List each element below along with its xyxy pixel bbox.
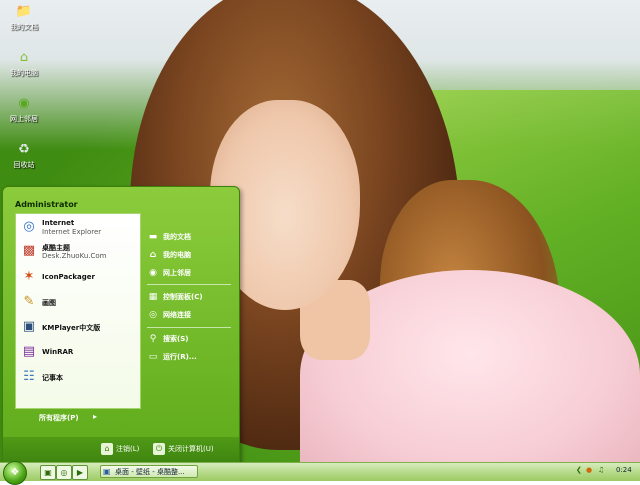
item-subtitle: Desk.ZhuoKu.Com xyxy=(42,252,107,260)
logoff-button[interactable]: ⌂ 注销(L) xyxy=(101,443,139,457)
desktop-icon-recycle-bin[interactable]: ♻ 回收站 xyxy=(4,142,44,170)
start-menu-item-paint[interactable]: ✎ 画图 xyxy=(18,291,138,313)
desktop-icon-label: 我的电脑 xyxy=(10,69,38,77)
desktop-icon-my-computer[interactable]: ⌂ 我的电脑 xyxy=(4,50,44,78)
chevron-left-icon[interactable]: ❮ xyxy=(576,466,582,474)
clock[interactable]: 0:24 xyxy=(616,466,632,474)
item-title: IconPackager xyxy=(42,273,95,281)
item-title: Internet xyxy=(42,219,75,227)
quicklaunch-internet-explorer[interactable]: ◎ xyxy=(56,465,72,480)
network-icon: ◉ xyxy=(149,268,157,278)
start-menu-item-notepad[interactable]: ☷ 记事本 xyxy=(18,366,138,388)
start-menu-network[interactable]: ◉ 网上邻居 xyxy=(147,265,231,281)
taskbar-window-label: 桌面 - 壁纸 - 桌酷整... xyxy=(115,468,185,476)
windows-logo-icon: ❖ xyxy=(10,467,20,478)
start-menu-run[interactable]: ▭ 运行(R)... xyxy=(147,349,231,365)
menu-divider xyxy=(147,284,231,285)
folder-icon: ▬ xyxy=(148,232,158,242)
start-menu-my-computer[interactable]: ⌂ 我的电脑 xyxy=(147,247,231,263)
run-icon: ▭ xyxy=(148,352,158,362)
right-item-label: 搜索(S) xyxy=(163,335,189,343)
folder-icon: 📁 xyxy=(15,4,33,19)
start-menu-footer: ⌂ 注销(L) ⏻ 关闭计算机(U) xyxy=(3,437,239,463)
item-title: KMPlayer中文版 xyxy=(42,324,101,332)
start-menu-item-iconpackager[interactable]: ✶ IconPackager xyxy=(18,266,138,288)
item-title: WinRAR xyxy=(42,348,74,356)
shutdown-label: 关闭计算机(U) xyxy=(168,445,214,453)
iconpackager-icon: ✶ xyxy=(23,269,35,284)
right-item-label: 网上邻居 xyxy=(163,269,191,277)
start-menu-item-winrar[interactable]: ▤ WinRAR xyxy=(18,341,138,363)
network-icon: ◉ xyxy=(18,96,30,111)
desktop-icon-network[interactable]: ◉ 网上邻居 xyxy=(4,96,44,124)
logoff-icon: ⌂ xyxy=(101,443,113,455)
system-tray: ❮ ● ♫ 0:24 xyxy=(572,465,638,478)
desktop-icon-label: 我的文档 xyxy=(10,23,38,31)
search-icon: ⚲ xyxy=(149,334,157,344)
internet-explorer-icon: ◎ xyxy=(60,468,68,477)
kmplayer-icon: ▣ xyxy=(22,319,36,334)
quicklaunch-media-player[interactable]: ▶ xyxy=(72,465,88,480)
item-title: 画图 xyxy=(42,299,56,307)
desktop-icon-my-documents[interactable]: 📁 我的文档 xyxy=(4,4,44,32)
control-panel-icon: ▦ xyxy=(148,292,158,302)
folder-window-icon: ▣ xyxy=(103,467,111,476)
recycle-bin-icon: ♻ xyxy=(18,142,30,157)
desktop-icon: ▣ xyxy=(44,468,52,477)
desktop-icon-label: 网上邻居 xyxy=(10,115,38,123)
start-menu-my-documents[interactable]: ▬ 我的文档 xyxy=(147,229,231,245)
taskbar-window-button[interactable]: ▣ 桌面 - 壁纸 - 桌酷整... xyxy=(100,465,198,478)
notepad-icon: ☷ xyxy=(23,369,35,384)
volume-icon[interactable]: ♫ xyxy=(598,466,604,474)
right-item-label: 我的文档 xyxy=(163,233,191,241)
computer-icon: ⌂ xyxy=(19,50,29,65)
right-item-label: 控制面板(C) xyxy=(163,293,203,301)
network-connections-icon: ◎ xyxy=(149,310,157,320)
qq-icon[interactable]: ● xyxy=(586,466,592,474)
power-icon: ⏻ xyxy=(153,443,165,455)
start-menu-control-panel[interactable]: ▦ 控制面板(C) xyxy=(147,289,231,305)
taskbar: ❖ ▣ ◎ ▶ ▣ 桌面 - 壁纸 - 桌酷整... ❮ ● ♫ 0:24 xyxy=(0,461,640,485)
menu-divider xyxy=(147,327,231,328)
start-menu-item-zhuoku[interactable]: ▩ 桌酷主题 Desk.ZhuoKu.Com xyxy=(18,240,138,262)
all-programs-button[interactable]: 所有程序(P) xyxy=(39,413,79,423)
start-button[interactable]: ❖ xyxy=(3,461,27,485)
item-subtitle: Internet Explorer xyxy=(42,228,102,236)
start-menu-item-internet[interactable]: ◎ Internet Internet Explorer xyxy=(18,216,138,238)
media-player-icon: ▶ xyxy=(76,468,84,477)
right-item-label: 我的电脑 xyxy=(163,251,191,259)
start-menu: Administrator ◎ Internet Internet Explor… xyxy=(2,186,240,464)
internet-explorer-icon: ◎ xyxy=(23,219,35,234)
shutdown-button[interactable]: ⏻ 关闭计算机(U) xyxy=(153,443,214,457)
winrar-icon: ▤ xyxy=(22,344,36,359)
computer-icon: ⌂ xyxy=(149,250,157,260)
item-title: 记事本 xyxy=(42,374,63,382)
desktop-icon-label: 回收站 xyxy=(13,161,35,169)
start-menu-username: Administrator xyxy=(15,200,78,209)
start-menu-search[interactable]: ⚲ 搜索(S) xyxy=(147,331,231,347)
right-item-label: 运行(R)... xyxy=(163,353,197,361)
start-menu-item-kmplayer[interactable]: ▣ KMPlayer中文版 xyxy=(18,316,138,338)
zhuoku-theme-icon: ▩ xyxy=(22,243,36,258)
arrow-right-icon: ▸ xyxy=(93,412,98,421)
logoff-label: 注销(L) xyxy=(116,445,140,453)
right-item-label: 网络连接 xyxy=(163,311,191,319)
quicklaunch-show-desktop[interactable]: ▣ xyxy=(40,465,56,480)
start-menu-network-connections[interactable]: ◎ 网络连接 xyxy=(147,307,231,323)
start-menu-programs-pane: ◎ Internet Internet Explorer ▩ 桌酷主题 Desk… xyxy=(15,213,141,409)
paint-icon: ✎ xyxy=(23,294,35,309)
